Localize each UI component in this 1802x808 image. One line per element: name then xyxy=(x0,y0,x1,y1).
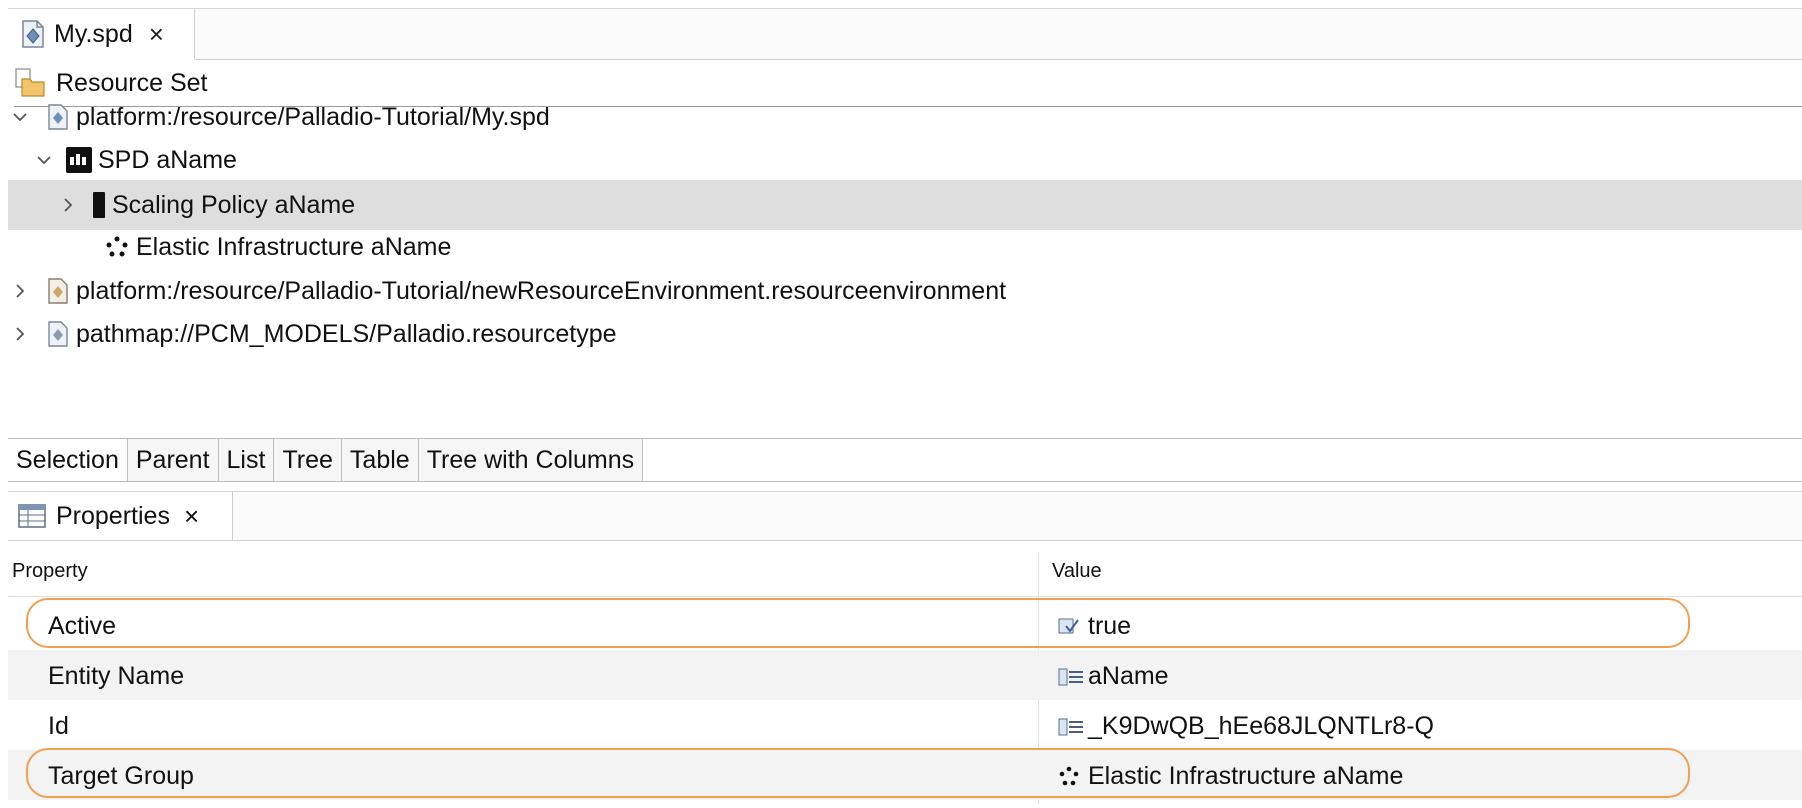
chevron-down-icon[interactable] xyxy=(8,105,32,129)
tree-item-label: Scaling Policy aName xyxy=(112,190,356,219)
tab-tree-with-columns[interactable]: Tree with Columns xyxy=(418,439,644,481)
tab-table[interactable]: Table xyxy=(341,439,419,481)
scaling-policy-icon xyxy=(92,191,106,219)
close-icon[interactable]: × xyxy=(149,21,164,47)
chevron-right-icon[interactable] xyxy=(56,193,80,217)
chevron-right-icon[interactable] xyxy=(8,322,32,346)
chevron-right-icon[interactable] xyxy=(8,279,32,303)
highlight-active-row xyxy=(26,598,1690,648)
editor-tab-my-spd[interactable]: My.spd × xyxy=(8,9,195,60)
editor-tab-label: My.spd xyxy=(54,19,133,48)
spd-icon xyxy=(66,146,92,174)
property-value[interactable]: aName xyxy=(1058,662,1169,691)
property-name: Id xyxy=(48,712,69,740)
spd-file-icon xyxy=(46,103,70,131)
resourcetype-file-icon xyxy=(46,320,70,348)
close-icon[interactable]: × xyxy=(184,503,199,529)
tree-item-spd[interactable]: SPD aName xyxy=(8,135,1802,185)
tree-item-resourcetype[interactable]: pathmap://PCM_MODELS/Palladio.resourcety… xyxy=(8,309,1802,359)
property-row-id[interactable]: Id _K9DwQB_hEe68JLQNTLr8-Q xyxy=(8,700,1802,750)
tree-item-label: Elastic Infrastructure aName xyxy=(136,232,452,261)
elastic-infrastructure-icon xyxy=(104,233,130,261)
editor-tab-bar: My.spd × xyxy=(8,8,1802,60)
property-row-entity-name[interactable]: Entity Name aName xyxy=(8,650,1802,700)
properties-tab-label: Properties xyxy=(56,501,170,530)
tree-item-label: platform:/resource/Palladio-Tutorial/new… xyxy=(76,276,1007,305)
properties-tab-bar: Properties × xyxy=(8,491,1802,541)
tab-selection[interactable]: Selection xyxy=(8,439,128,481)
viewer-tab-bar: Selection Parent List Tree Table Tree wi… xyxy=(8,438,1802,482)
property-name: Entity Name xyxy=(48,662,185,690)
tab-properties[interactable]: Properties × xyxy=(8,492,233,540)
property-value-text: _K9DwQB_hEe68JLQNTLr8-Q xyxy=(1088,712,1434,740)
tab-tree[interactable]: Tree xyxy=(274,439,342,481)
tab-parent[interactable]: Parent xyxy=(127,439,219,481)
properties-table-header: Property Value xyxy=(8,552,1802,597)
tree-item-label: platform:/resource/Palladio-Tutorial/My.… xyxy=(76,102,550,131)
properties-table-icon xyxy=(18,504,46,528)
tree-item-label: SPD aName xyxy=(98,145,237,174)
text-value-icon xyxy=(1058,668,1083,685)
tree-item-label: pathmap://PCM_MODELS/Palladio.resourcety… xyxy=(76,319,617,348)
text-value-icon xyxy=(1058,718,1083,735)
resource-environment-file-icon xyxy=(46,277,70,305)
chevron-down-icon[interactable] xyxy=(32,148,56,172)
column-header-value[interactable]: Value xyxy=(1052,560,1102,583)
column-header-property[interactable]: Property xyxy=(12,560,88,583)
property-value-text: aName xyxy=(1088,662,1169,690)
property-value[interactable]: _K9DwQB_hEe68JLQNTLr8-Q xyxy=(1058,712,1434,741)
tab-list[interactable]: List xyxy=(218,439,275,481)
tree-item-elastic-infrastructure[interactable]: Elastic Infrastructure aName xyxy=(8,222,1802,272)
highlight-target-group-row xyxy=(26,748,1690,798)
spd-file-icon xyxy=(22,20,44,48)
